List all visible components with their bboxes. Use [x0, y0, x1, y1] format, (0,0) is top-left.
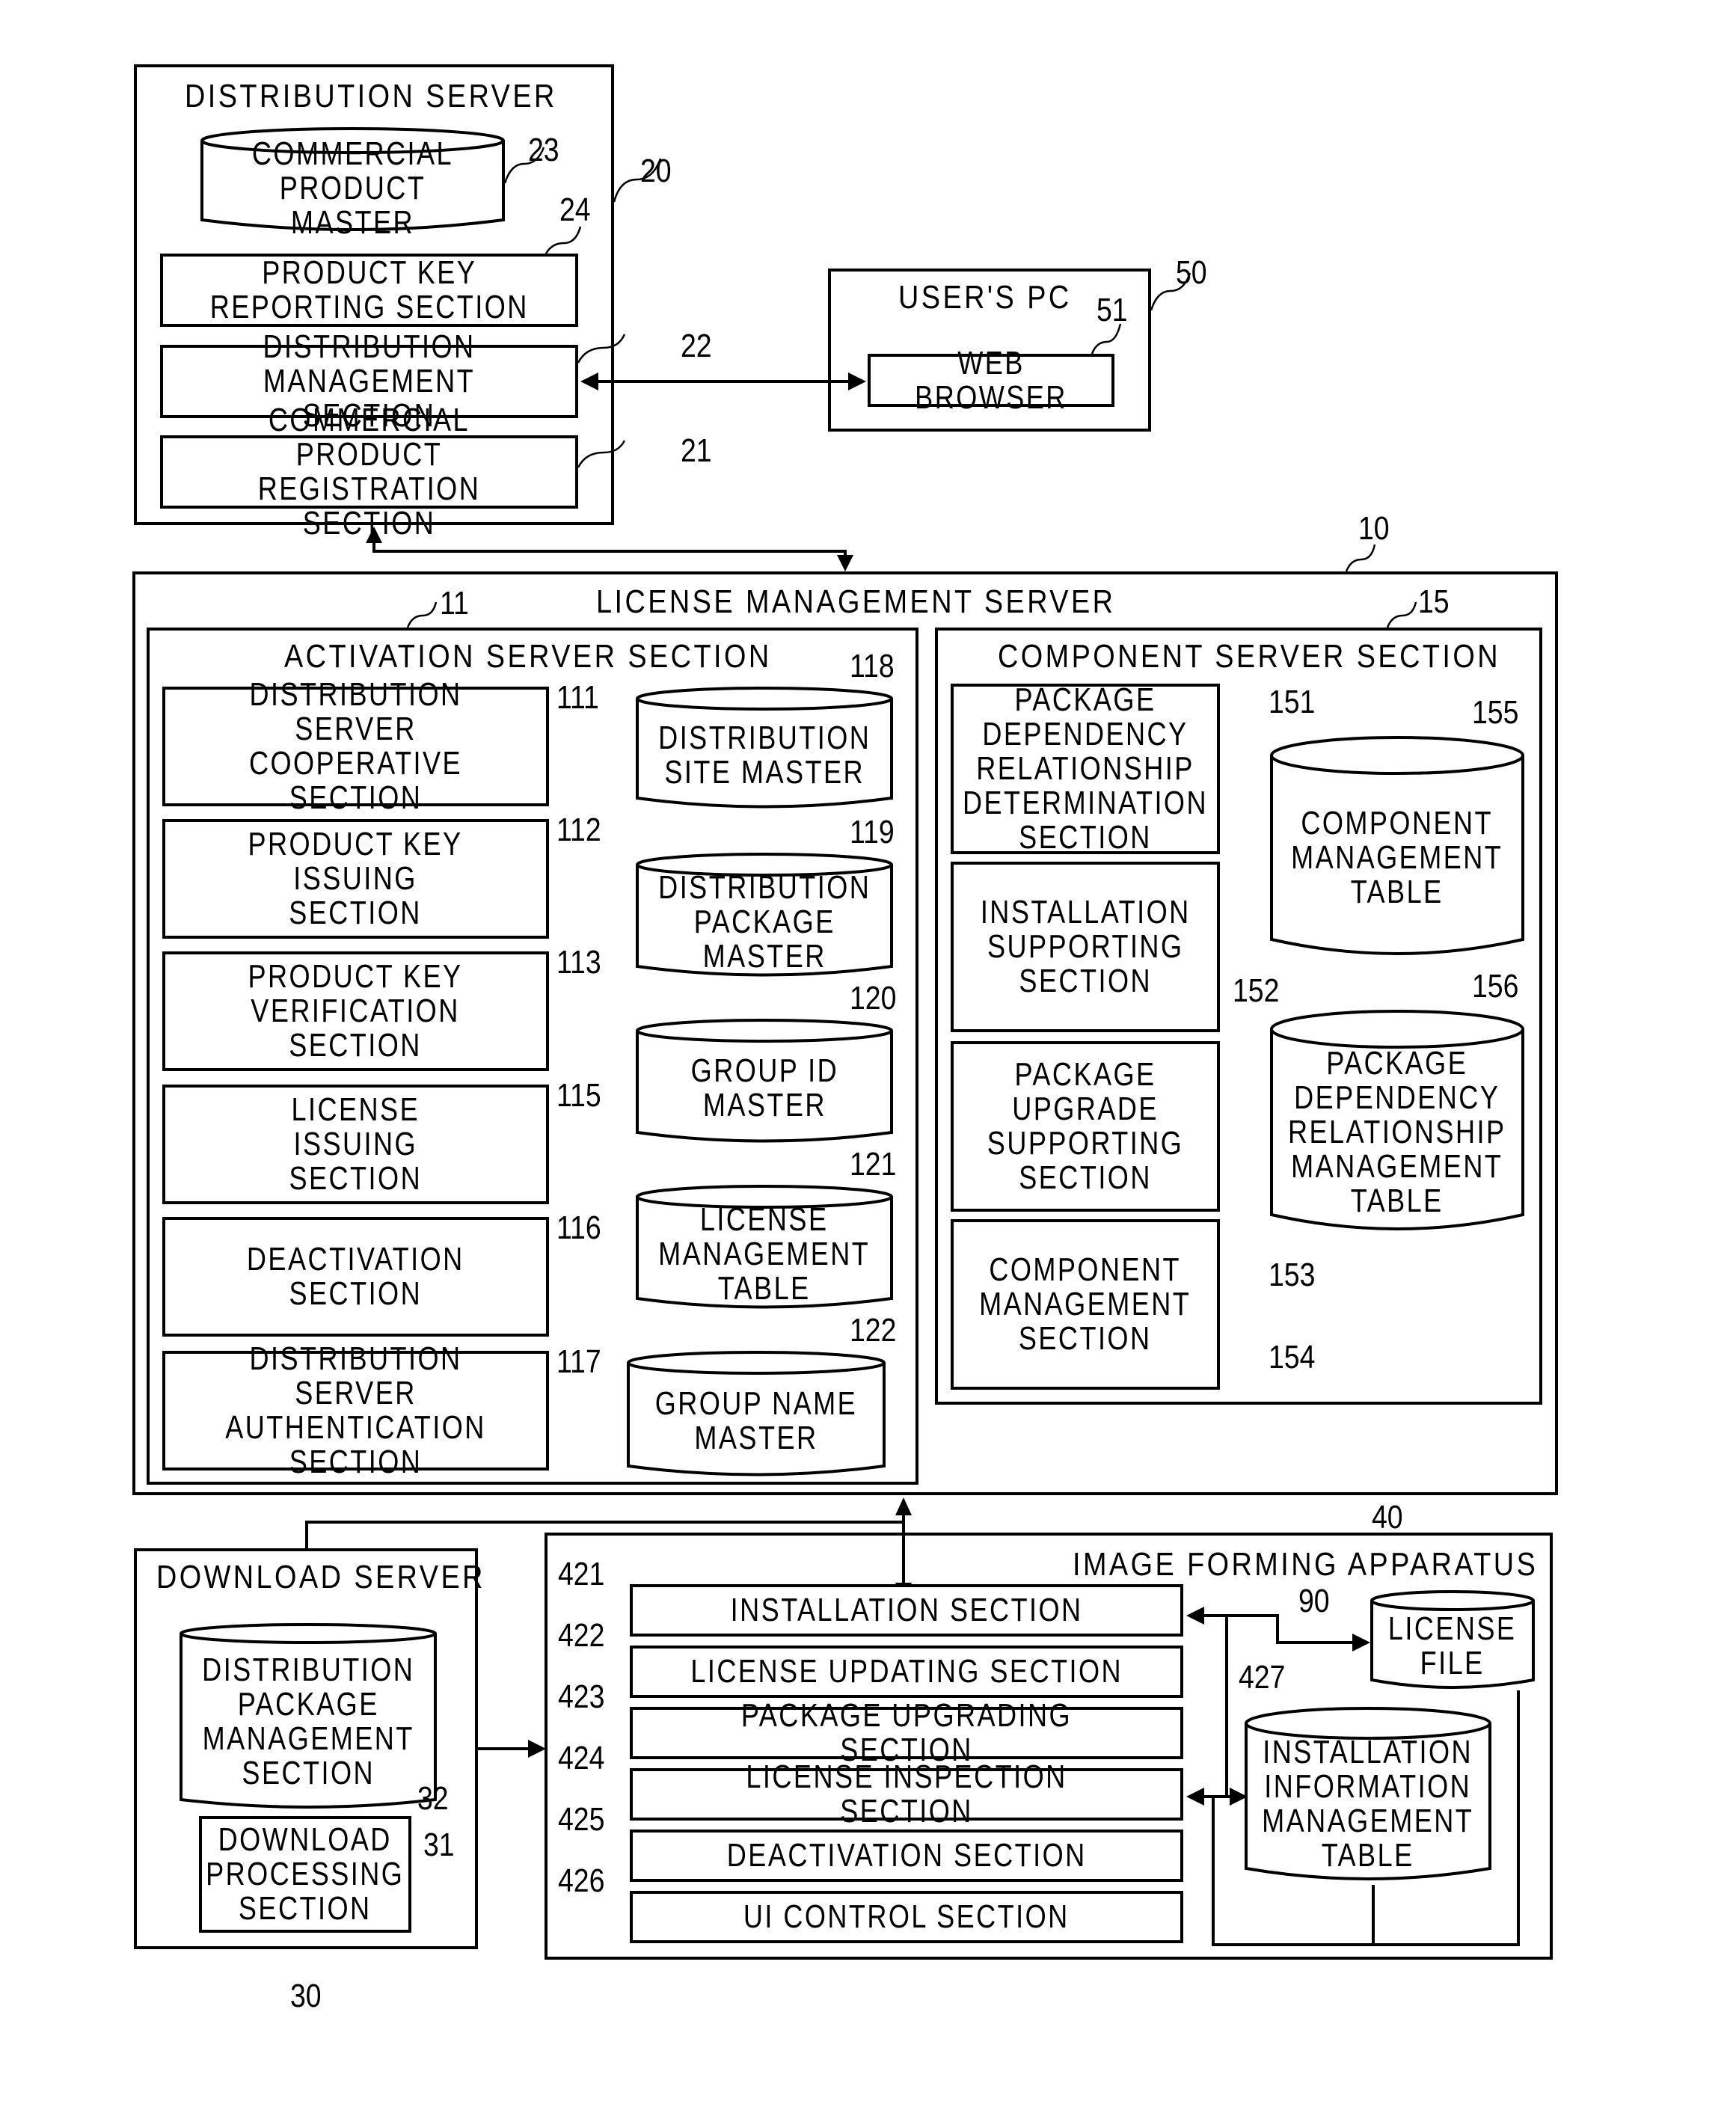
activation-db-121: LICENSE MANAGEMENT TABLE: [636, 1185, 893, 1310]
ref-90: 90: [1298, 1583, 1330, 1619]
product-key-reporting-label: PRODUCT KEY REPORTING SECTION: [209, 254, 529, 325]
ref-112: 112: [556, 812, 601, 848]
ref-425: 425: [558, 1801, 605, 1838]
arrowhead-right: [528, 1740, 546, 1758]
activation-section-113-label: PRODUCT KEY VERIFICATION SECTION: [248, 958, 464, 1064]
ifa-section-426-label: UI CONTROL SECTION: [743, 1898, 1070, 1935]
web-browser: WEB BROWSER: [868, 346, 1114, 414]
activation-section-117: DISTRIBUTION SERVER AUTHENTICATION SECTI…: [162, 1342, 549, 1479]
arrowhead-down: [837, 555, 853, 571]
ref-426: 426: [558, 1862, 605, 1899]
activation-section-113: PRODUCT KEY VERIFICATION SECTION: [162, 951, 549, 1071]
ref-111: 111: [556, 679, 599, 716]
link-distribution-to-license-server: [372, 539, 847, 559]
ref-424: 424: [558, 1740, 605, 1776]
ifa-section-421-label: INSTALLATION SECTION: [730, 1592, 1083, 1628]
ref-121: 121: [850, 1146, 897, 1183]
ref-22: 22: [681, 328, 712, 364]
ref-30: 30: [290, 1978, 322, 2014]
users-pc-title: USER'S PC: [898, 279, 1072, 316]
commercial-product-registration-label: COMMERCIAL PRODUCT REGISTRATION SECTION: [257, 402, 481, 542]
activation-db-119-label: DISTRIBUTION PACKAGE MASTER: [657, 869, 871, 975]
ref-118: 118: [850, 648, 895, 684]
license-file-db: LICENSE FILE: [1370, 1590, 1535, 1690]
download-processing-section: DOWNLOAD PROCESSING SECTION: [199, 1816, 411, 1933]
ifa-section-424-label: LICENSE INSPECTION SECTION: [746, 1758, 1067, 1830]
component-server-section: COMPONENT SERVER SECTION: [935, 628, 1542, 1405]
product-key-reporting-section: PRODUCT KEY REPORTING SECTION: [160, 254, 578, 327]
license-management-server-title: LICENSE MANAGEMENT SERVER: [596, 583, 1116, 620]
activation-section-117-label: DISTRIBUTION SERVER AUTHENTICATION SECTI…: [225, 1340, 486, 1480]
commercial-product-master-db: COMMERCIAL PRODUCT MASTER: [200, 127, 505, 240]
ref-119: 119: [850, 814, 895, 850]
distribution-server-title: DISTRIBUTION SERVER: [185, 78, 557, 114]
activation-section-112: PRODUCT KEY ISSUING SECTION: [162, 819, 549, 939]
ref-40: 40: [1372, 1499, 1403, 1536]
ifa-section-422-label: LICENSE UPDATING SECTION: [690, 1653, 1123, 1690]
download-processing-label: DOWNLOAD PROCESSING SECTION: [206, 1821, 405, 1927]
activation-db-120-label: GROUP ID MASTER: [690, 1052, 838, 1123]
ref-21: 21: [681, 432, 712, 469]
activation-section-116-label: DEACTIVATION SECTION: [247, 1241, 464, 1312]
arrowhead-up: [895, 1497, 912, 1515]
ref-421: 421: [558, 1556, 605, 1592]
image-forming-apparatus-title: IMAGE FORMING APPARATUS: [1073, 1546, 1539, 1583]
activation-section-115: LICENSE ISSUING SECTION: [162, 1085, 549, 1204]
activation-db-120: GROUP ID MASTER: [636, 1019, 893, 1144]
distribution-package-management-label: DISTRIBUTION PACKAGE MANAGEMENT SECTION: [201, 1651, 415, 1791]
installation-information-management-table-db: INSTALLATION INFORMATION MANAGEMENT TABL…: [1245, 1705, 1491, 1885]
ifa-section-422: LICENSE UPDATING SECTION: [630, 1646, 1183, 1698]
web-browser-label: WEB BROWSER: [915, 344, 1067, 416]
activation-db-118: DISTRIBUTION SITE MASTER: [636, 687, 893, 810]
distribution-package-management-db: DISTRIBUTION PACKAGE MANAGEMENT SECTION: [180, 1623, 437, 1810]
component-server-title: COMPONENT SERVER SECTION: [998, 638, 1500, 675]
ifa-section-426: UI CONTROL SECTION: [630, 1891, 1183, 1943]
ref-122: 122: [850, 1312, 897, 1349]
download-server-title: DOWNLOAD SERVER: [156, 1559, 485, 1595]
installation-information-management-table-label: INSTALLATION INFORMATION MANAGEMENT TABL…: [1262, 1734, 1474, 1874]
ref-117: 117: [556, 1343, 601, 1380]
ref-422: 422: [558, 1617, 605, 1654]
activation-db-121-label: LICENSE MANAGEMENT TABLE: [658, 1201, 871, 1307]
activation-section-111: DISTRIBUTION SERVER COOPERATIVE SECTION: [162, 678, 549, 815]
ref-23: 23: [528, 132, 559, 168]
commercial-product-registration-section: COMMERCIAL PRODUCT REGISTRATION SECTION: [160, 403, 578, 541]
ref-11: 11: [440, 585, 469, 622]
activation-section-115-label: LICENSE ISSUING SECTION: [289, 1091, 423, 1197]
ref-120: 120: [850, 980, 897, 1016]
ref-31: 31: [423, 1827, 455, 1863]
leader-10: [1345, 544, 1376, 572]
ref-32: 32: [417, 1780, 449, 1817]
ref-113: 113: [556, 944, 601, 981]
license-file-label: LICENSE FILE: [1388, 1610, 1517, 1681]
activation-section-116: DEACTIVATION SECTION: [162, 1217, 549, 1337]
ifa-section-425: DEACTIVATION SECTION: [630, 1830, 1183, 1882]
ref-20: 20: [640, 153, 672, 189]
activation-db-122: GROUP NAME MASTER: [627, 1351, 886, 1478]
ifa-section-423: PACKAGE UPGRADING SECTION: [630, 1699, 1183, 1767]
ref-115: 115: [556, 1077, 601, 1114]
activation-section-111-label: DISTRIBUTION SERVER COOPERATIVE SECTION: [248, 676, 463, 816]
ref-50: 50: [1176, 254, 1207, 291]
ref-116: 116: [556, 1209, 601, 1246]
activation-section-112-label: PRODUCT KEY ISSUING SECTION: [248, 826, 464, 931]
ifa-section-425-label: DEACTIVATION SECTION: [726, 1837, 1087, 1874]
ref-51: 51: [1096, 292, 1128, 328]
ifa-section-421: INSTALLATION SECTION: [630, 1584, 1183, 1637]
activation-db-122-label: GROUP NAME MASTER: [654, 1385, 858, 1456]
ref-15: 15: [1418, 583, 1450, 620]
ifa-section-423-label: PACKAGE UPGRADING SECTION: [740, 1697, 1073, 1768]
activation-db-119: DISTRIBUTION PACKAGE MASTER: [636, 853, 893, 978]
ifa-section-424: LICENSE INSPECTION SECTION: [630, 1760, 1183, 1829]
activation-db-118-label: DISTRIBUTION SITE MASTER: [657, 719, 871, 791]
activation-server-title: ACTIVATION SERVER SECTION: [284, 638, 772, 675]
ref-427: 427: [1239, 1659, 1286, 1696]
ref-24: 24: [559, 191, 591, 228]
commercial-product-master-label: COMMERCIAL PRODUCT MASTER: [251, 135, 454, 241]
ref-10: 10: [1358, 510, 1390, 547]
ref-423: 423: [558, 1678, 605, 1715]
